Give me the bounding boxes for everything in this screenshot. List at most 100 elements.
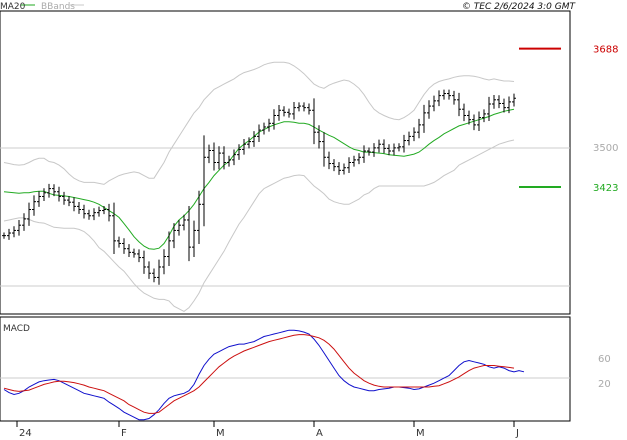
- ohlc-bar: [477, 111, 481, 131]
- ohlc-bar: [402, 134, 406, 153]
- ohlc-bar: [57, 186, 61, 202]
- ohlc-bar: [387, 144, 391, 156]
- ohlc-bar: [152, 268, 156, 283]
- month-label: 24: [19, 428, 32, 439]
- ohlc-bar: [132, 248, 136, 258]
- ohlc-bar: [122, 238, 126, 254]
- ohlc-bar: [287, 108, 291, 118]
- ohlc-bar: [292, 102, 296, 120]
- ohlc-bar: [412, 127, 416, 142]
- ohlc-bar: [472, 114, 476, 131]
- x-axis: 24 F M A M J: [16, 421, 519, 439]
- bollinger-bands: [3, 61, 515, 312]
- ohlc-bar: [187, 205, 191, 262]
- stock-chart: MA20 BBands © TEC 2/6/2024 3:0 GMT MACD …: [0, 2, 618, 439]
- ohlc-bar: [92, 208, 96, 221]
- ohlc-bar: [312, 98, 316, 145]
- month-label: M: [216, 428, 225, 439]
- ohlc-bar: [322, 132, 326, 167]
- ohlc-bar: [302, 102, 306, 112]
- ohlc-bars: [2, 89, 516, 285]
- ohlc-bar: [437, 90, 441, 107]
- ohlc-bar: [267, 118, 271, 132]
- ohlc-bar: [282, 106, 286, 117]
- ohlc-bar: [357, 153, 361, 165]
- ohlc-bar: [167, 231, 171, 266]
- ohlc-bar: [422, 104, 426, 133]
- ohlc-bar: [22, 213, 26, 231]
- ohlc-bar: [207, 144, 211, 164]
- ohlc-bar: [512, 93, 516, 107]
- price-axis: 3500: [593, 143, 618, 154]
- ohlc-bar: [252, 131, 256, 147]
- ohlc-bar: [492, 95, 496, 109]
- ohlc-bar: [457, 92, 461, 117]
- ohlc-bar: [497, 95, 501, 109]
- bbands-upper-line: [3, 61, 515, 185]
- ohlc-bar: [462, 103, 466, 122]
- support-level-label: 3423: [593, 183, 618, 194]
- ohlc-bar: [347, 157, 351, 173]
- ohlc-bar: [277, 105, 281, 121]
- ohlc-bar: [102, 205, 106, 215]
- ohlc-bar: [237, 144, 241, 160]
- ohlc-bar: [157, 259, 161, 285]
- ohlc-bar: [67, 196, 71, 207]
- ohlc-bar: [447, 89, 451, 100]
- ohlc-bar: [127, 244, 131, 257]
- ohlc-bar: [427, 100, 431, 119]
- ohlc-bar: [382, 139, 386, 154]
- price-tick-label: 3500: [593, 143, 618, 154]
- ohlc-bar: [17, 219, 21, 236]
- ohlc-bar: [482, 109, 486, 123]
- month-label: M: [416, 428, 425, 439]
- ohlc-bar: [212, 142, 216, 171]
- price-panel-frame: [0, 10, 571, 315]
- ohlc-bar: [452, 90, 456, 105]
- ohlc-bar: [307, 103, 311, 115]
- ohlc-bar: [112, 202, 116, 255]
- ohlc-bar: [432, 95, 436, 112]
- month-label: F: [121, 428, 127, 439]
- ohlc-bar: [117, 236, 121, 248]
- ohlc-bar: [417, 118, 421, 139]
- ohlc-bar: [217, 146, 221, 170]
- ohlc-bar: [42, 188, 46, 202]
- ohlc-bar: [162, 249, 166, 275]
- ohlc-bar: [337, 162, 341, 175]
- ohlc-bar: [332, 159, 336, 172]
- month-label: J: [515, 428, 519, 439]
- ohlc-bar: [37, 191, 41, 207]
- macd-title: MACD: [3, 324, 30, 334]
- macd-tick-label: 60: [598, 354, 611, 365]
- ohlc-bar: [327, 151, 331, 170]
- ohlc-bar: [407, 131, 411, 146]
- ohlc-bar: [172, 223, 176, 249]
- ohlc-bar: [397, 143, 401, 152]
- ohlc-bar: [147, 261, 151, 279]
- ohlc-bar: [272, 109, 276, 130]
- ohlc-bar: [2, 232, 6, 239]
- month-label: A: [316, 428, 323, 439]
- ohlc-bar: [62, 191, 66, 205]
- macd-axis: 60 20: [598, 354, 611, 390]
- macd-panel-frame: [0, 316, 571, 422]
- ohlc-bar: [342, 163, 346, 175]
- macd-lines: [3, 329, 525, 421]
- ohlc-bar: [72, 197, 76, 212]
- ohlc-bar: [77, 201, 81, 214]
- ohlc-bar: [27, 202, 31, 226]
- ohlc-bar: [192, 220, 196, 257]
- resistance-level-label: 3688: [593, 45, 618, 56]
- ohlc-bar: [97, 206, 101, 217]
- ohlc-bar: [227, 155, 231, 167]
- ohlc-bar: [137, 249, 141, 263]
- ohlc-bar: [392, 143, 396, 156]
- ohlc-bar: [82, 204, 86, 219]
- ohlc-bar: [242, 138, 246, 155]
- ohlc-bar: [352, 155, 356, 167]
- ohlc-bar: [442, 89, 446, 100]
- price-levels: 3688 3423: [519, 45, 618, 194]
- ohlc-bar: [502, 98, 506, 113]
- ohlc-bar: [107, 203, 111, 222]
